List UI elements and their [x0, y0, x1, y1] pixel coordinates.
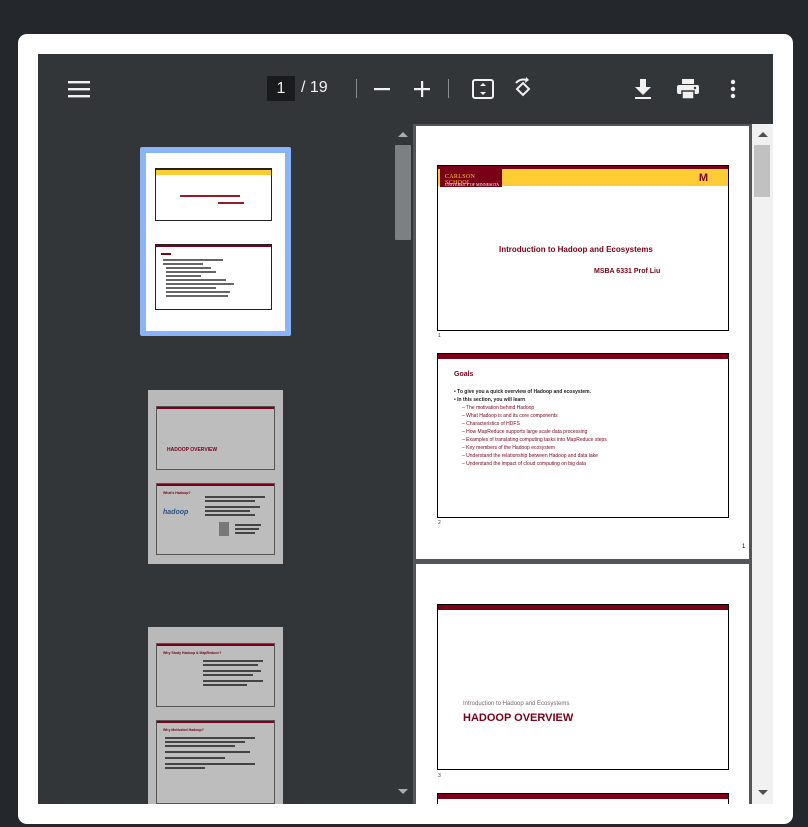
menu-icon[interactable]: [66, 76, 92, 102]
zoom-in-icon[interactable]: [409, 76, 435, 102]
school-tag: Carlson School of Management: [668, 605, 725, 610]
slide-course-title: Introduction to Hadoop and Ecosystems: [463, 701, 570, 707]
sub-bullet-item: – Key members of the Hadoop ecosystem: [462, 445, 556, 451]
mini-slide: Why Study Hadoop & MapReduce?: [156, 643, 275, 707]
download-icon[interactable]: [630, 76, 656, 102]
sub-bullet-item: – Understand the relationship between Ha…: [462, 453, 598, 459]
pdf-toolbar: 1 / 19: [38, 54, 773, 124]
scroll-up-arrow-icon[interactable]: [398, 132, 408, 137]
thumbnail-page-1[interactable]: [146, 153, 285, 331]
print-icon[interactable]: [675, 76, 701, 102]
page-number-input[interactable]: 1: [267, 76, 295, 101]
slide-number: 2: [438, 520, 441, 526]
thumbnail-page-2[interactable]: HADOOP OVERVIEW What's Hadoop? hadoop: [148, 390, 283, 564]
sub-bullet-item: – Understand the impact of cloud computi…: [462, 461, 586, 467]
mini-slide: [155, 244, 272, 310]
sidebar-scroll-thumb[interactable]: [395, 145, 411, 240]
slide-title: CARLSON SCHOOL UNIVERSITY OF MINNESOTA M…: [437, 165, 729, 331]
slide-section-title: HADOOP OVERVIEW: [463, 712, 574, 724]
document-scrollbar[interactable]: [752, 124, 773, 804]
minnesota-m-logo: M: [698, 172, 708, 184]
scroll-down-arrow-icon[interactable]: [758, 790, 768, 795]
mini-overview-title: HADOOP OVERVIEW: [167, 447, 218, 453]
school-tag: Carlson School of Management: [668, 354, 725, 359]
hadoop-logo: hadoop: [163, 509, 189, 516]
slide-overview: Carlson School of Management Introductio…: [437, 604, 729, 770]
fit-page-icon[interactable]: [470, 76, 496, 102]
more-options-icon[interactable]: [720, 76, 746, 102]
document-page-2: Carlson School of Management Introductio…: [416, 564, 749, 804]
slide-heading: Goals: [454, 371, 474, 378]
sub-bullet-item: – What Hadoop is and its core components: [462, 413, 558, 419]
sub-bullet-item: – How MapReduce supports large scale dat…: [462, 429, 588, 435]
sub-bullet-item: – Characteristics of HDFS: [462, 421, 520, 427]
document-scroll-thumb[interactable]: [754, 145, 770, 197]
document-page-1: CARLSON SCHOOL UNIVERSITY OF MINNESOTA M…: [416, 126, 749, 559]
school-tag: Carlson School of Management: [668, 794, 725, 799]
slide-main-title: Introduction to Hadoop and Ecosystems: [499, 245, 653, 254]
slide-number: 1: [438, 333, 441, 339]
mini-slide: What's Hadoop? hadoop: [156, 483, 275, 555]
document-area: CARLSON SCHOOL UNIVERSITY OF MINNESOTA M…: [413, 124, 773, 804]
mini-slide: [155, 168, 272, 221]
slide-goals: Carlson School of Management Goals • To …: [437, 353, 729, 518]
scroll-down-arrow-icon[interactable]: [398, 789, 408, 794]
scroll-up-arrow-icon[interactable]: [758, 132, 768, 137]
zoom-out-icon[interactable]: [369, 76, 395, 102]
rotate-icon[interactable]: [510, 76, 536, 102]
page-count: / 19: [301, 79, 328, 96]
sub-bullet-item: – The motivation behind Hadoop: [462, 405, 535, 411]
bullet-item: • In this section, you will learn: [454, 397, 526, 403]
sub-bullet-item: – Examples of translating computing task…: [462, 437, 607, 443]
mini-heading: Why Study Hadoop & MapReduce?: [163, 651, 222, 655]
mini-slide: HADOOP OVERVIEW: [156, 406, 275, 470]
slide-next: Carlson School of Management: [437, 793, 729, 804]
mini-slide: Why Motivated Hadoop?: [156, 720, 275, 804]
toolbar-divider: [356, 79, 357, 98]
mini-heading: What's Hadoop?: [163, 491, 191, 495]
thumbnail-page-3[interactable]: Why Study Hadoop & MapReduce? Why Motiva…: [148, 627, 283, 804]
pdf-viewer: 1 / 19 HADOOP OVERVIEW What's Hadoop? ha…: [38, 54, 773, 804]
thumbnail-sidebar: 1 HADOOP OVERVIEW What's Hadoop? hadoop: [38, 124, 413, 804]
slide-number: 3: [438, 773, 441, 779]
mini-heading: Why Motivated Hadoop?: [163, 728, 204, 732]
toolbar-divider: [448, 79, 449, 98]
bullet-item: • To give you a quick overview of Hadoop…: [454, 389, 591, 395]
page-number: 1: [742, 544, 746, 550]
slide-subtitle: MSBA 6331 Prof Liu: [594, 268, 661, 275]
carlson-logo: CARLSON SCHOOL UNIVERSITY OF MINNESOTA: [440, 169, 502, 187]
